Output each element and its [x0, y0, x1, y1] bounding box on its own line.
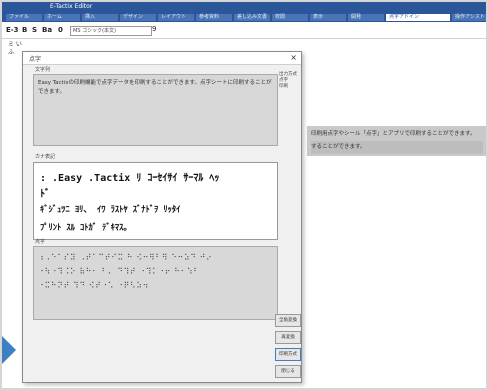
- ribbon-tab-8[interactable]: 表示: [310, 14, 346, 21]
- document-text[interactable]: 印刷用点字やシール「点字」とアプリで印刷することができます。 することができます…: [307, 126, 486, 156]
- ribbon-tab-5[interactable]: 参考資料: [196, 14, 232, 21]
- ribbon-tab-label-5: 参考資料: [199, 14, 220, 20]
- braille-textbox[interactable]: ⠰⠠⠑⠁⠎⠽ ⠠⠞⠁⠉⠞⠊⠭ ⠓ ⠪⠒⠻⠃⠻ ⠑⠒⠵⠙ ⠚⠔ ⠐⠳⠐⠹⠨⠕ ⠷⠓…: [33, 246, 278, 320]
- side-option-2[interactable]: 印刷: [279, 84, 299, 90]
- toolbar-btn-1[interactable]: B: [22, 25, 27, 35]
- toolbar-btn-3[interactable]: Ba: [42, 25, 52, 35]
- dialog-titlebar: 点字 ×: [23, 52, 301, 65]
- font-size[interactable]: 9: [152, 25, 156, 33]
- close-icon[interactable]: ×: [290, 53, 297, 63]
- ribbon-tab-3[interactable]: デザイン: [120, 14, 156, 21]
- ribbon-tab-label-1: ホーム: [47, 14, 62, 20]
- ribbon-tab-label-3: デザイン: [123, 14, 144, 20]
- doc-line-0: 印刷用点字やシール「点字」とアプリで印刷することができます。: [311, 131, 476, 137]
- ribbon-tab-label-4: レイアウト: [161, 14, 187, 20]
- toolbar-btn-4[interactable]: 0: [58, 25, 63, 35]
- ribbon-tab-1[interactable]: ホーム: [44, 14, 80, 21]
- ribbon-tab-label-6: 差し込み文書: [237, 14, 268, 20]
- kana-line-1: ﾄﾞ: [40, 189, 50, 200]
- braille-label: 点字: [35, 239, 46, 245]
- side-options: 出力方式 点字 印刷: [279, 72, 299, 90]
- close-button[interactable]: 閉じる: [275, 365, 301, 378]
- toolbar-btn-2[interactable]: S: [32, 25, 37, 35]
- ribbon-tab-label-0: ファイル: [9, 14, 30, 20]
- ribbon-tabs: ファイル ホーム 挿入 デザイン レイアウト 参考資料 差し込み文書 校閲 表示 開発 点字アドイン…: [2, 12, 486, 22]
- ribbon-tab-10[interactable]: 点字アドイン: [386, 14, 450, 21]
- print-method-button[interactable]: 印刷方式: [275, 348, 301, 361]
- ribbon-tab-2[interactable]: 挿入: [82, 14, 118, 21]
- braille-line-2: ⠐⠭⠓⠝⠞ ⠹⠙ ⠪⠞⠐⠡ ⠐⠟⠣⠵⠲: [38, 281, 149, 290]
- ribbon-tab-0[interactable]: ファイル: [6, 14, 42, 21]
- toolbar: E-3 B S Ba 0 MS ゴシック(本文) 9: [2, 22, 486, 39]
- ribbon-tab-4[interactable]: レイアウト: [158, 14, 194, 21]
- ribbon-tab-label-10: 点字アドイン: [389, 14, 420, 20]
- kana-line-0: : .Easy .Tactix ﾘ ｺｰｾｲｻｲ ｻｰﾏﾙ ﾍｯ: [40, 169, 219, 184]
- dialog-title: 点字: [29, 56, 42, 63]
- ribbon-tab-label-2: 挿入: [85, 14, 96, 20]
- app-window: E-Tactix Editor ファイル ホーム 挿入 デザイン レイアウト 参考資料 差し…: [2, 2, 486, 388]
- ribbon-tab-9[interactable]: 開発: [348, 14, 384, 21]
- pointer-arrow-icon: [2, 336, 16, 364]
- kana-label: カナ表記: [35, 154, 56, 160]
- source-text: Easy Tactixの印刷機能で点字データを印刷することができます。点字シート…: [38, 80, 272, 95]
- ribbon-tab-label-11: 操作アシスト: [455, 14, 485, 20]
- convert-fullwidth-button[interactable]: 全角変換: [275, 314, 301, 327]
- ribbon-tab-11[interactable]: 操作アシスト: [452, 14, 486, 21]
- braille-line-0: ⠰⠠⠑⠁⠎⠽ ⠠⠞⠁⠉⠞⠊⠭ ⠓ ⠪⠒⠻⠃⠻ ⠑⠒⠵⠙ ⠚⠔: [38, 253, 213, 262]
- source-textbox[interactable]: Easy Tactixの印刷機能で点字データを印刷することができます。点字シート…: [33, 74, 278, 146]
- title-bar: E-Tactix Editor: [2, 2, 486, 12]
- font-select[interactable]: MS ゴシック(本文): [70, 26, 152, 36]
- reconvert-button[interactable]: 再変換: [275, 331, 301, 344]
- kana-line-0-text: : .Easy .Tactix ﾘ ｺｰｾｲｻｲ ｻｰﾏﾙ ﾍｯ: [40, 173, 220, 184]
- doc-line-1: することができます。: [311, 141, 483, 154]
- gutter-text: ミ いふ: [8, 41, 22, 56]
- toolbar-btn-0[interactable]: E-3: [6, 25, 19, 35]
- kana-textbox[interactable]: : .Easy .Tactix ﾘ ｺｰｾｲｻｲ ｻｰﾏﾙ ﾍｯ ﾄﾞ ｷﾞｼﾞ…: [33, 162, 278, 240]
- ribbon-tab-label-9: 開発: [351, 14, 362, 20]
- app-title: E-Tactix Editor: [50, 3, 93, 10]
- source-label: 文字列: [35, 67, 51, 73]
- kana-line-3: ﾌﾟﾘﾝﾄ ｽﾙ ｺﾄｶﾞ ﾃﾞｷﾏｽ。: [40, 223, 132, 233]
- kana-line-2: ｷﾞｼﾞｭﾂﾆ ﾖﾘ、 ｲﾜ ﾗｽﾄﾔ ｽﾞﾅﾄﾞｦ ﾘｯﾀｲ: [40, 205, 181, 215]
- ribbon-tab-6[interactable]: 差し込み文書: [234, 14, 270, 21]
- ribbon-tab-label-7: 校閲: [275, 14, 286, 20]
- ribbon-tab-7[interactable]: 校閲: [272, 14, 308, 21]
- braille-dialog: 点字 × 文字列 Easy Tactixの印刷機能で点字データを印刷することがで…: [22, 51, 302, 383]
- braille-line-1: ⠐⠳⠐⠹⠨⠕ ⠷⠓⠂ ⠃⠄ ⠙⠹⠞ ⠐⠹⠅⠐⠖ ⠓⠂⠱⠃: [38, 267, 200, 276]
- ribbon-tab-label-8: 表示: [313, 14, 324, 20]
